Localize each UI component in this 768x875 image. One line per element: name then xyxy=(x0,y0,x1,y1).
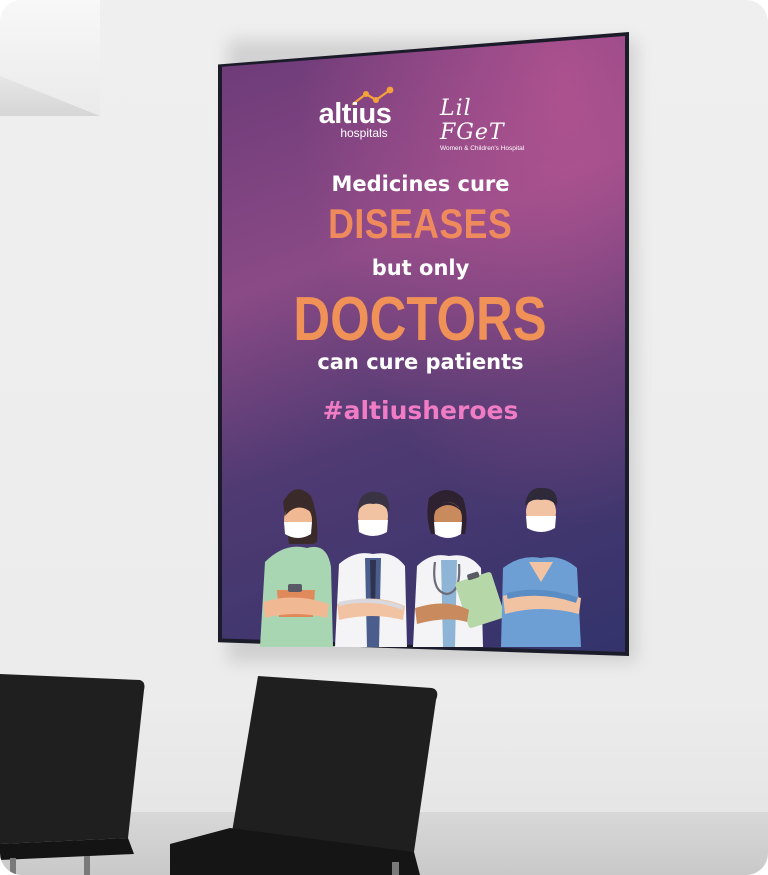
poster-line-4: DOCTORS xyxy=(293,285,547,354)
doctor-with-tie-figure xyxy=(335,491,407,647)
poster-hashtag: #altiusheroes xyxy=(322,396,519,425)
nurse-with-clipboard-figure xyxy=(260,489,333,647)
altius-logo-text: altius xyxy=(318,98,392,130)
poster-line-5: can cure patients xyxy=(317,350,524,374)
poster-line-2: DISEASES xyxy=(328,200,513,247)
altius-logo: altius hospitals xyxy=(306,98,404,140)
nurse-in-scrubs-figure xyxy=(501,487,581,647)
doctor-with-stethoscope-figure xyxy=(413,490,505,647)
poster-line-1: Medicines cure xyxy=(331,172,510,196)
lilfeet-logo-text: Lil FGeT xyxy=(440,96,505,145)
chair-left xyxy=(0,674,145,875)
medical-staff-illustration xyxy=(260,487,581,647)
poster-line-3: but only xyxy=(371,256,470,280)
photo-scene: altius hospitals Lil FGeT Women & Childr… xyxy=(0,0,768,875)
lilfeet-logo: Lil FGeT Women & Children's Hospital xyxy=(440,97,538,153)
chair-right xyxy=(170,676,438,875)
lilfeet-logo-subtext: Women & Children's Hospital xyxy=(440,145,525,152)
